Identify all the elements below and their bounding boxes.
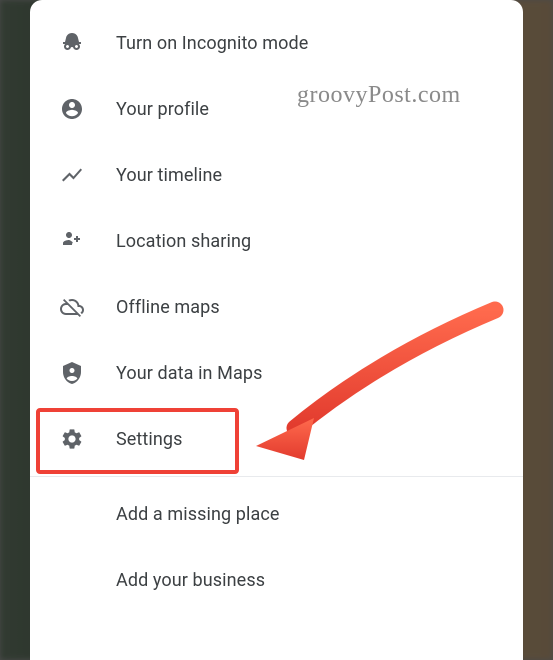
menu-item-timeline[interactable]: Your timeline (30, 142, 523, 208)
menu-item-label: Settings (116, 429, 183, 450)
cloud-off-icon (58, 293, 86, 321)
timeline-icon (58, 161, 86, 189)
location-sharing-icon (58, 227, 86, 255)
menu-item-label: Offline maps (116, 297, 220, 318)
menu-item-profile[interactable]: Your profile (30, 76, 523, 142)
menu-item-add-place[interactable]: Add a missing place (30, 481, 523, 547)
shield-icon (58, 359, 86, 387)
account-menu-panel: Turn on Incognito mode Your profile Your… (30, 0, 523, 660)
menu-item-settings[interactable]: Settings (30, 406, 523, 472)
menu-item-add-business[interactable]: Add your business (30, 547, 523, 613)
menu-item-your-data[interactable]: Your data in Maps (30, 340, 523, 406)
gear-icon (58, 425, 86, 453)
profile-icon (58, 95, 86, 123)
incognito-icon (58, 29, 86, 57)
menu-item-label: Your data in Maps (116, 363, 262, 384)
menu-item-label: Turn on Incognito mode (116, 33, 308, 54)
menu-divider (30, 476, 523, 477)
menu-item-location-sharing[interactable]: Location sharing (30, 208, 523, 274)
menu-item-label: Your profile (116, 99, 209, 120)
menu-item-label: Add a missing place (116, 504, 280, 525)
menu-item-label: Location sharing (116, 231, 251, 252)
menu-item-offline-maps[interactable]: Offline maps (30, 274, 523, 340)
menu-item-label: Your timeline (116, 165, 222, 186)
menu-item-label: Add your business (116, 570, 265, 591)
menu-item-incognito[interactable]: Turn on Incognito mode (30, 10, 523, 76)
